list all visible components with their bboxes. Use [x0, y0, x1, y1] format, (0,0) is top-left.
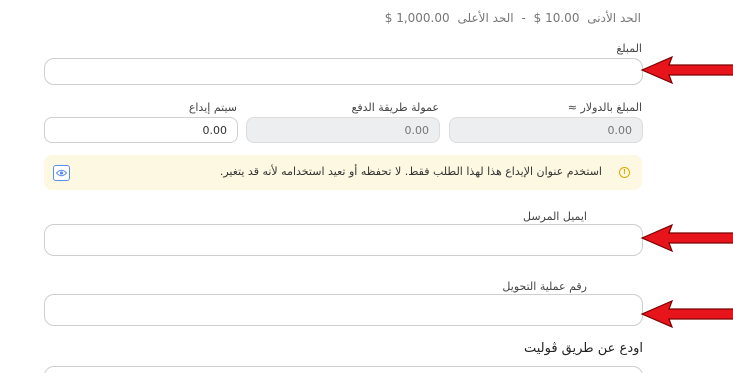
deposit-limits: الحد الأدنى 10.00 $ - الحد الأعلى 1,000.…	[383, 11, 643, 25]
limit-separator: -	[521, 11, 526, 25]
max-limit-label: الحد الأعلى	[457, 11, 514, 25]
red-arrow-annotation	[640, 223, 733, 253]
red-arrow-annotation	[640, 299, 733, 329]
min-limit-label: الحد الأدنى	[587, 11, 641, 25]
sender-email-input[interactable]	[44, 224, 643, 256]
transfer-id-label: رقم عملية التحويل	[502, 280, 587, 293]
max-limit-value: 1,000.00 $	[384, 11, 450, 25]
notice-text: استخدم عنوان الإيداع هذا لهذا الطلب فقط.…	[219, 165, 602, 178]
min-limit-value: 10.00 $	[533, 11, 580, 25]
deposit-system-input[interactable]	[44, 117, 238, 143]
deposit-address-notice: ! استخدم عنوان الإيداع هذا لهذا الطلب فق…	[44, 155, 642, 190]
amount-label: المبلغ	[616, 42, 642, 55]
transfer-id-input[interactable]	[44, 294, 643, 326]
eye-icon[interactable]	[53, 165, 70, 181]
usd-amount-label: المبلغ بالدولار ≈	[567, 101, 642, 114]
usd-amount-input	[449, 117, 643, 143]
fee-label: عمولة طريقة الدفع	[351, 101, 440, 114]
amount-input[interactable]	[44, 58, 643, 85]
warning-icon: !	[619, 167, 630, 178]
deposit-system-label: سيتم إيداع	[188, 101, 237, 114]
sender-email-label: ايميل المرسل	[522, 210, 587, 223]
red-arrow-annotation	[640, 55, 733, 85]
fee-input	[246, 117, 440, 143]
next-field-input[interactable]	[44, 366, 643, 373]
section-title: اودع عن طريق ڤوليت	[523, 341, 643, 356]
